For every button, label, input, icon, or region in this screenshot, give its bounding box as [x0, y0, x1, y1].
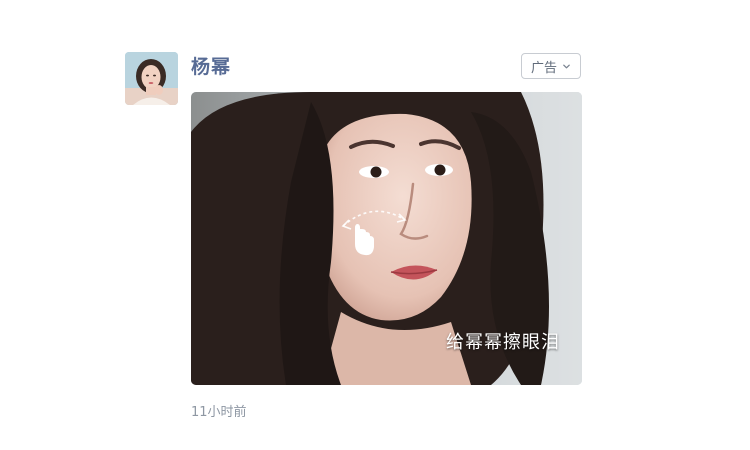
post-timestamp: 11小时前 — [191, 405, 247, 420]
author-name[interactable]: 杨幂 — [191, 55, 231, 79]
chevron-down-icon — [563, 64, 570, 68]
feed-ad-post: 杨幂 广告 给幂幂擦眼泪 11小时前 — [0, 0, 750, 450]
avatar[interactable] — [125, 52, 178, 105]
ad-video[interactable]: 给幂幂擦眼泪 — [191, 92, 582, 385]
ad-label: 广告 — [530, 60, 557, 76]
avatar-image — [125, 52, 178, 105]
hand-swipe-icon — [333, 200, 413, 260]
video-caption: 给幂幂擦眼泪 — [446, 332, 560, 353]
ad-menu-button[interactable]: 广告 — [521, 53, 581, 79]
